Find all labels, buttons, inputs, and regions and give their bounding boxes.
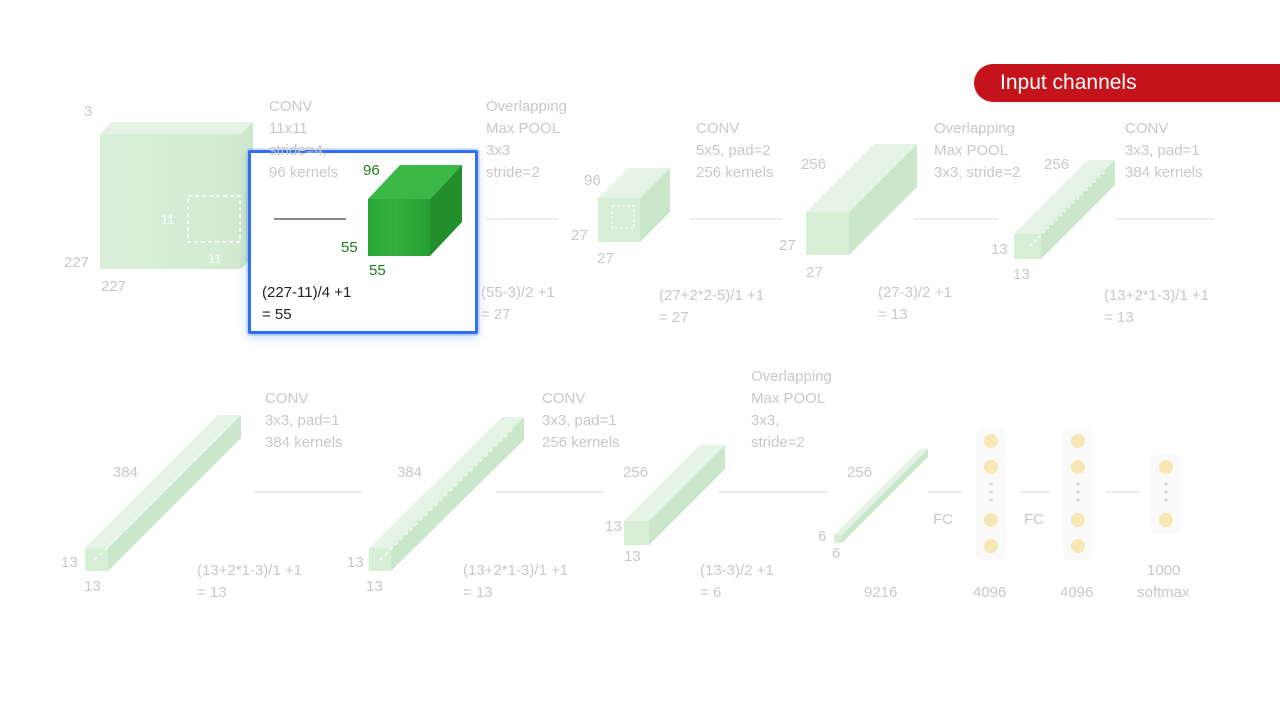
pool3-stride: stride=2 [751,434,805,451]
input-width-label: 227 [101,278,127,295]
pool2-formula-line2: = 13 [878,306,908,323]
pool1-out-width: 27 [597,250,614,267]
conv5-kernels: 256 kernels [542,434,620,451]
fc1-units: 4096 [973,584,1007,601]
row2d-depth: 256 [847,464,873,481]
conv1-stride: stride=4, [269,142,327,159]
flatten-size: 9216 [864,584,898,601]
conv1-kernels: 96 kernels [269,164,339,181]
pool2-out-height: 13 [991,241,1008,258]
input-depth-label: 3 [84,103,93,120]
conv2-kernels: 256 kernels [696,164,774,181]
row2c-width: 13 [624,548,641,565]
conv3-formula-line1: (13+2*1-3)/1 +1 [1104,287,1210,304]
pool1-out-depth: 96 [584,172,601,189]
conv4-kernels: 384 kernels [265,434,343,451]
pool3-formula-line1: (13-3)/2 +1 [700,562,774,579]
conv5-title: CONV [542,390,586,407]
conv2-title: CONV [696,120,740,137]
pool2-size: 3x3, stride=2 [934,164,1021,181]
row2d-width: 6 [832,545,841,562]
conv2-formula-line1: (27+2*2-5)/1 +1 [659,287,765,304]
fc2-label: FC [1024,511,1044,528]
row2a-height: 13 [61,554,78,571]
row2a-width: 13 [84,578,101,595]
conv2-out-height: 27 [779,237,796,254]
conv2-out-width: 27 [806,264,823,281]
fc-layer-1 [976,428,1006,560]
pool3-title: Overlapping [751,368,832,385]
row2b-height: 13 [347,554,364,571]
pool1-stride: stride=2 [486,164,540,181]
softmax-label: softmax [1137,584,1190,601]
fc1-label: FC [933,511,953,528]
conv4-title: CONV [265,390,309,407]
conv1-size: 11x11 [269,120,308,137]
conv5-formula-line2: = 13 [463,584,493,601]
pool1-output-volume [598,168,670,242]
pool1-formula-line1: (55-3)/2 +1 [481,284,555,301]
row2a-depth: 384 [113,464,139,481]
conv5-output-volume [624,445,725,545]
pool2-subtitle: Max POOL [934,142,1009,159]
row2c-height: 13 [605,518,622,535]
conv4-formula-line1: (13+2*1-3)/1 +1 [197,562,303,579]
conv3-size: 3x3, pad=1 [1125,142,1200,159]
conv3-formula-line2: = 13 [1104,309,1134,326]
output-units: 1000 [1147,562,1181,579]
pool1-subtitle: Max POOL [486,120,561,137]
pool2-out-width: 13 [1013,266,1030,283]
row2b-depth: 384 [397,464,423,481]
pool1-size: 3x3 [486,142,511,159]
fc2-units: 4096 [1060,584,1094,601]
row2d-height: 6 [818,528,827,545]
conv3-kernels: 384 kernels [1125,164,1203,181]
conv1-formula-line2: = 55 [262,306,292,323]
conv2-size: 5x5, pad=2 [696,142,771,159]
diagram-shapes [85,122,1214,571]
fc-layer-2 [1063,428,1093,560]
input-channels-badge: Input channels [974,64,1280,102]
alexnet-architecture-diagram: 3 227 227 11 11 CONV 11x11 stride=4, 96 … [0,0,1280,720]
conv1-out-height: 55 [341,239,358,256]
conv5-size: 3x3, pad=1 [542,412,617,429]
row2c-depth: 256 [623,464,649,481]
pool2-out-depth: 256 [1044,156,1070,173]
conv4-formula-line2: = 13 [197,584,227,601]
pool1-out-height: 27 [571,227,588,244]
conv4-size: 3x3, pad=1 [265,412,340,429]
conv3-title: CONV [1125,120,1169,137]
conv2-formula-line2: = 27 [659,309,689,326]
pool3-formula-line2: = 6 [700,584,722,601]
input-volume [100,122,253,269]
kernel-h-label: 11 [161,212,175,227]
pool3-subtitle: Max POOL [751,390,826,407]
pool3-size: 3x3, [751,412,780,429]
conv2-out-depth: 256 [801,156,827,173]
pool1-title: Overlapping [486,98,567,115]
row2b-width: 13 [366,578,383,595]
conv1-formula-line1: (227-11)/4 +1 [262,284,352,301]
conv5-formula-line1: (13+2*1-3)/1 +1 [463,562,569,579]
softmax-layer [1151,454,1181,534]
conv1-title: CONV [269,98,313,115]
conv4-output-volume [369,417,524,571]
kernel-w-label: 11 [208,251,222,266]
pool2-formula-line1: (27-3)/2 +1 [878,284,952,301]
conv1-out-depth: 96 [363,162,380,179]
pool1-formula-line2: = 27 [481,306,511,323]
input-height-label: 227 [64,254,90,271]
conv3-output-volume [85,415,241,571]
pool2-title: Overlapping [934,120,1015,137]
conv1-out-width: 55 [369,262,386,279]
